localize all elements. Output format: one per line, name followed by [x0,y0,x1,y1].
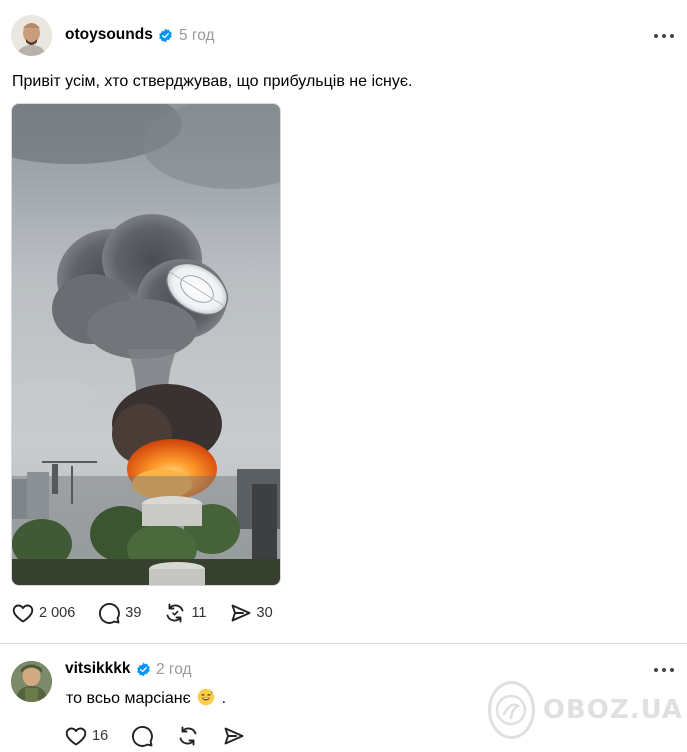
post-text: Привіт усім, хто стверджував, що прибуль… [12,73,413,90]
like-count: 2 006 [39,605,76,621]
explosion-ufo-photo [12,104,280,585]
post-timestamp[interactable]: 5 год [179,27,215,45]
reply-actions: 16 [64,724,268,748]
more-dot-icon [662,668,666,672]
more-dot-icon [670,34,674,38]
reply-timestamp[interactable]: 2 год [156,661,192,679]
like-count: 16 [92,728,109,744]
reply-text-main: то всьо марсіанє [66,690,191,707]
repost-icon [166,603,184,623]
reply-text-end: . [221,690,227,707]
avatar[interactable] [11,15,52,56]
avatar-image [11,661,52,702]
reply-more-options-button[interactable] [652,660,676,680]
comment-count: 39 [125,605,142,621]
reply-avatar[interactable] [11,661,52,702]
repost-button[interactable] [176,724,200,748]
divider [0,643,687,644]
heart-icon [12,604,34,623]
repost-icon [179,726,197,746]
watermark: OBOZ.UA [488,679,683,741]
comment-icon [99,602,121,624]
post-username[interactable]: otoysounds [65,26,153,44]
watermark-emblem-icon [496,694,527,726]
post-actions: 2 006 39 11 30 [11,601,295,625]
comment-button[interactable]: 39 [97,601,141,625]
more-options-button[interactable] [652,26,676,46]
watermark-logo-icon [488,681,535,739]
like-button[interactable]: 2 006 [11,601,75,625]
post-image[interactable] [11,103,281,586]
watermark-text: OBOZ.UA [542,695,683,725]
comment-button[interactable] [130,724,154,748]
reply-text: то всьо марсіанє . [66,688,226,708]
heart-icon [65,727,87,746]
share-count: 30 [256,605,273,621]
send-icon [224,727,244,745]
repost-button[interactable]: 11 [163,601,207,625]
reply-username[interactable]: vitsikkkk [65,660,131,678]
more-dot-icon [654,34,658,38]
share-button[interactable]: 30 [229,601,273,625]
more-dot-icon [662,34,666,38]
share-button[interactable] [222,724,246,748]
verified-badge-icon [159,28,172,43]
verified-badge-icon [137,662,150,677]
comment-icon [132,725,154,747]
send-icon [231,604,250,622]
like-button[interactable]: 16 [64,724,108,748]
repost-count: 11 [191,605,207,621]
more-dot-icon [654,668,658,672]
avatar-image [11,15,52,56]
more-dot-icon [670,668,674,672]
sweat-smile-icon [197,688,215,706]
